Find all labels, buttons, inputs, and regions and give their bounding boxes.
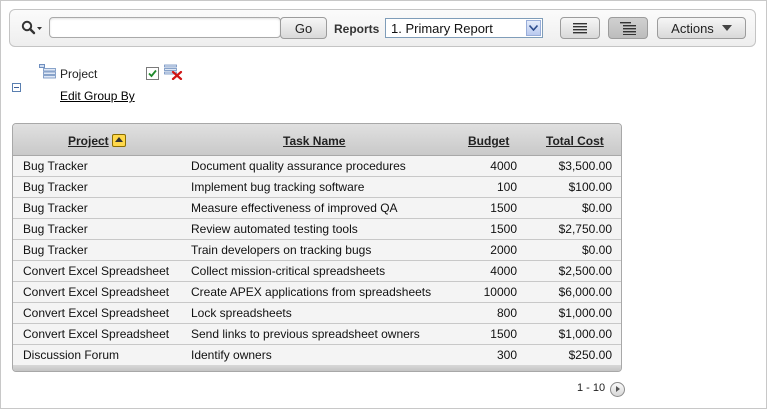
- cell-task-name: Send links to previous spreadsheet owner…: [191, 327, 420, 341]
- table-row: Convert Excel Spreadsheet Collect mission…: [13, 261, 621, 282]
- cell-total-cost: $250.00: [568, 348, 612, 362]
- table-row: Convert Excel Spreadsheet Send links to p…: [13, 324, 621, 345]
- go-button[interactable]: Go: [280, 17, 327, 39]
- check-icon: [148, 69, 157, 78]
- cell-project: Bug Tracker: [23, 180, 88, 194]
- report-select[interactable]: 1. Primary Report: [385, 18, 543, 38]
- cell-total-cost: $100.00: [568, 180, 612, 194]
- report-select-value: 1. Primary Report: [391, 21, 493, 36]
- cell-budget: 1500: [490, 327, 517, 341]
- cell-project: Discussion Forum: [23, 348, 120, 362]
- cell-total-cost: $0.00: [581, 243, 612, 257]
- table-row: Convert Excel Spreadsheet Lock spreadshee…: [13, 303, 621, 324]
- cell-budget: 4000: [490, 159, 517, 173]
- search-column-selector[interactable]: [20, 19, 46, 37]
- cell-project: Bug Tracker: [23, 201, 88, 215]
- cell-task-name: Measure effectiveness of improved QA: [191, 201, 398, 215]
- table-header: Project Task Name Budget Total Cost: [13, 124, 621, 156]
- cell-project: Convert Excel Spreadsheet: [23, 327, 170, 341]
- cell-task-name: Create APEX applications from spreadshee…: [191, 285, 432, 299]
- caret-down-icon: [721, 25, 732, 31]
- cell-budget: 2000: [490, 243, 517, 257]
- table-row: Bug Tracker Train developers on tracking …: [13, 240, 621, 261]
- next-page-button[interactable]: [610, 382, 625, 397]
- group-by-view-button[interactable]: [608, 17, 648, 39]
- column-header-total-cost[interactable]: Total Cost: [546, 134, 604, 148]
- group-by-enable-checkbox[interactable]: [146, 67, 159, 80]
- table-row: Bug Tracker Measure effectiveness of impr…: [13, 198, 621, 219]
- cell-budget: 1500: [490, 222, 517, 236]
- cell-task-name: Collect mission-critical spreadsheets: [191, 264, 386, 278]
- cell-project: Bug Tracker: [23, 243, 88, 257]
- cell-task-name: Implement bug tracking software: [191, 180, 365, 194]
- table-row: Bug Tracker Review automated testing tool…: [13, 219, 621, 240]
- sort-ascending-icon[interactable]: [112, 134, 126, 147]
- cell-task-name: Document quality assurance procedures: [191, 159, 406, 173]
- cell-total-cost: $0.00: [581, 201, 612, 215]
- cell-total-cost: $1,000.00: [558, 327, 612, 341]
- chevron-down-icon: [526, 20, 541, 36]
- collapse-icon[interactable]: [12, 83, 21, 92]
- report-table: Project Task Name Budget Total Cost Bug …: [12, 123, 622, 372]
- report-region: Go Reports 1. Primary Report Actions Pro…: [0, 0, 767, 409]
- group-by-icon: [39, 64, 56, 79]
- cell-budget: 10000: [483, 285, 517, 299]
- actions-label: Actions: [671, 20, 714, 36]
- cell-budget: 100: [496, 180, 517, 194]
- table-row: Discussion Forum Identify owners 300 $250.0…: [13, 345, 621, 366]
- column-header-task-name[interactable]: Task Name: [283, 134, 345, 148]
- group-by-label: Project: [60, 67, 98, 81]
- cell-total-cost: $3,500.00: [558, 159, 612, 173]
- reports-label: Reports: [334, 22, 380, 36]
- table-row: Bug Tracker Document quality assurance pr…: [13, 156, 621, 177]
- cell-total-cost: $6,000.00: [558, 285, 612, 299]
- cell-project: Bug Tracker: [23, 222, 88, 236]
- cell-budget: 1500: [490, 201, 517, 215]
- search-toolbar: Go Reports 1. Primary Report Actions: [9, 9, 756, 47]
- group-by-view-icon: [620, 21, 636, 35]
- actions-menu-button[interactable]: Actions: [657, 17, 746, 39]
- cell-project: Convert Excel Spreadsheet: [23, 264, 170, 278]
- cell-project: Bug Tracker: [23, 159, 88, 173]
- cell-task-name: Identify owners: [191, 348, 272, 362]
- cell-budget: 300: [496, 348, 517, 362]
- report-view-icon: [573, 23, 587, 34]
- cell-task-name: Review automated testing tools: [191, 222, 358, 236]
- cell-project: Convert Excel Spreadsheet: [23, 285, 170, 299]
- cell-total-cost: $2,750.00: [558, 222, 612, 236]
- table-row: Bug Tracker Implement bug tracking softwa…: [13, 177, 621, 198]
- cell-task-name: Train developers on tracking bugs: [191, 243, 372, 257]
- edit-group-by-link[interactable]: Edit Group By: [60, 89, 135, 103]
- table-row: Convert Excel Spreadsheet Create APEX app…: [13, 282, 621, 303]
- search-icon: [21, 20, 42, 35]
- table-footer: [13, 365, 621, 371]
- remove-group-by-icon[interactable]: [164, 64, 183, 80]
- column-header-project[interactable]: Project: [68, 134, 109, 148]
- cell-budget: 800: [496, 306, 517, 320]
- cell-budget: 4000: [490, 264, 517, 278]
- report-view-button[interactable]: [560, 17, 600, 39]
- cell-task-name: Lock spreadsheets: [191, 306, 292, 320]
- table-body: Bug Tracker Document quality assurance pr…: [13, 156, 621, 366]
- cell-total-cost: $1,000.00: [558, 306, 612, 320]
- cell-project: Convert Excel Spreadsheet: [23, 306, 170, 320]
- pagination-range: 1 - 10: [577, 382, 606, 394]
- column-header-budget[interactable]: Budget: [468, 134, 509, 148]
- search-input[interactable]: [49, 17, 281, 38]
- cell-total-cost: $2,500.00: [558, 264, 612, 278]
